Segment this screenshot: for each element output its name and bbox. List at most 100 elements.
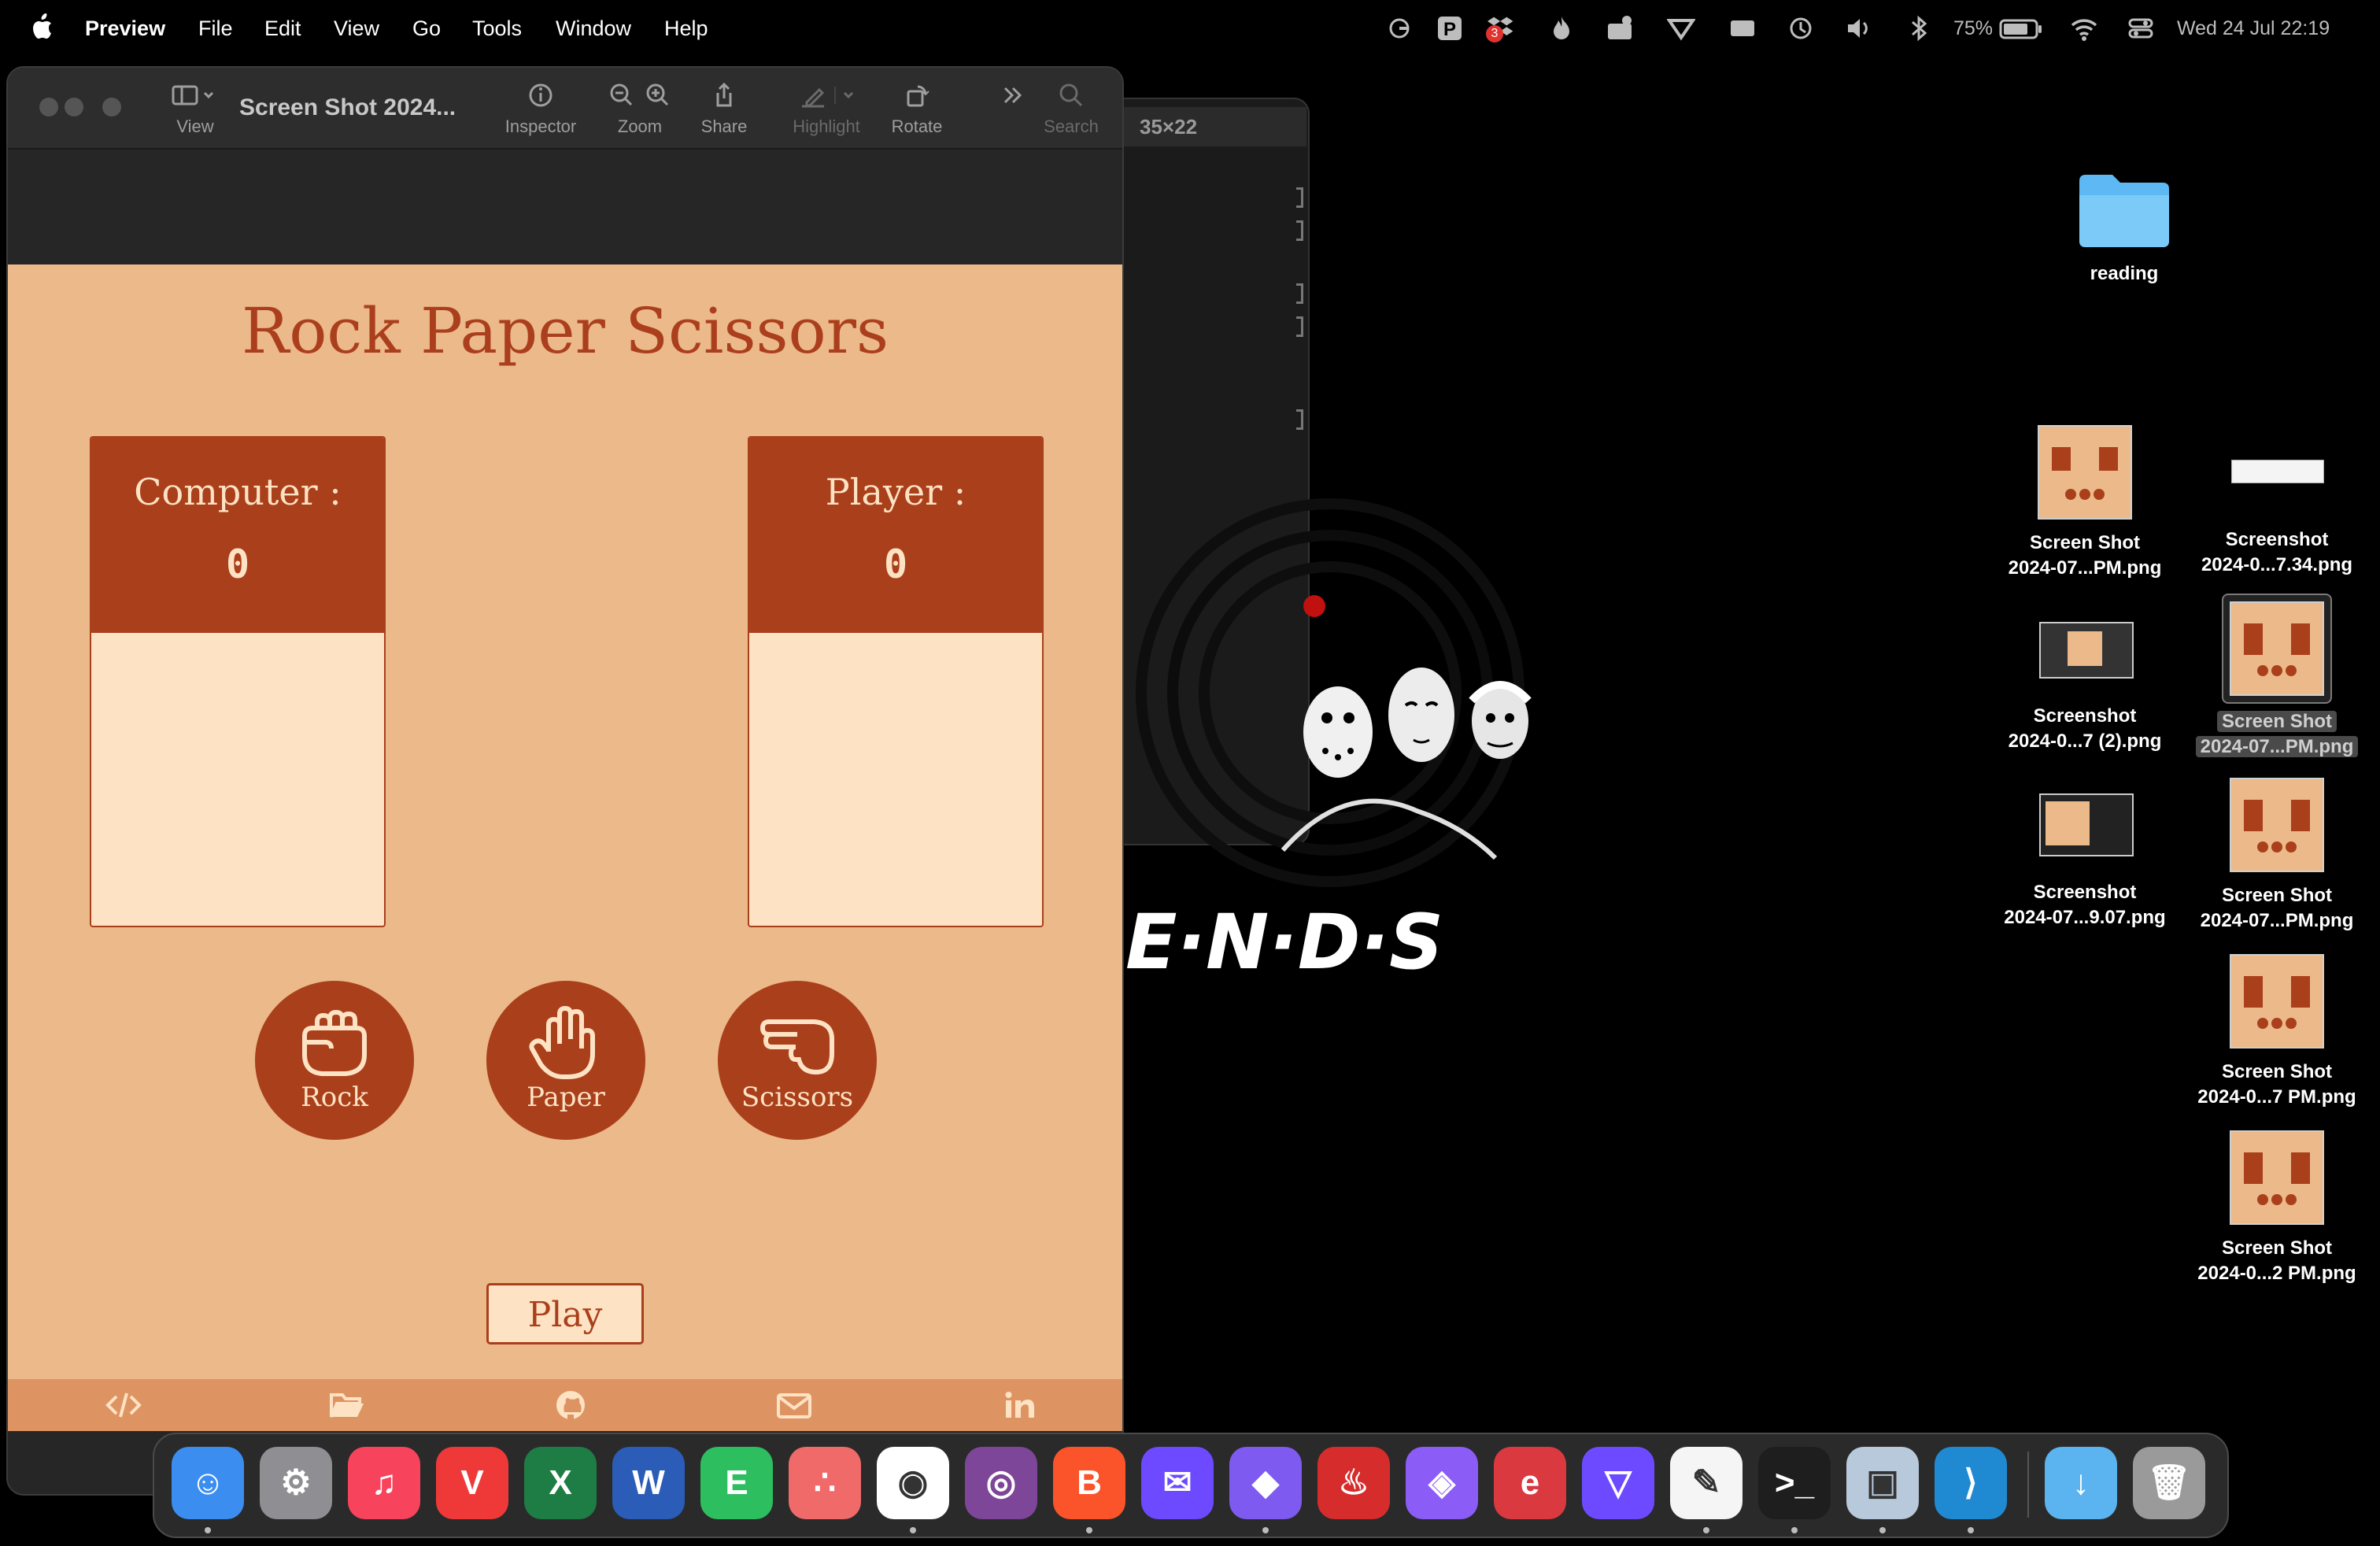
menu-help[interactable]: Help (664, 14, 708, 43)
paper-button[interactable]: Paper (486, 981, 645, 1140)
desktop-file[interactable]: Screenshot 2024-0...7.34.png (2179, 425, 2375, 578)
search-button[interactable]: Search (1036, 82, 1107, 137)
doll-face-icon (1469, 681, 1532, 759)
tor-icon[interactable]: ◎ (965, 1447, 1037, 1519)
battery-icon[interactable] (1999, 14, 2043, 43)
trash-icon[interactable]: 🗑 (2133, 1447, 2205, 1519)
zoom-controls[interactable]: Zoom (604, 82, 675, 137)
running-indicator (1879, 1527, 1886, 1533)
desktop-file[interactable]: Screenshot 2024-0...7 (2).png (1986, 601, 2183, 754)
page-footer (8, 1379, 1122, 1431)
settings-gear-icon[interactable]: ⚙ (260, 1447, 332, 1519)
dropbox-status-icon[interactable]: 3 (1486, 14, 1516, 43)
menu-app-name[interactable]: Preview (85, 14, 165, 43)
menu-go[interactable]: Go (412, 14, 441, 43)
desktop-file[interactable]: Screen Shot 2024-0...7 PM.png (2179, 954, 2375, 1110)
rotate-icon (904, 82, 930, 109)
control-center-icon[interactable] (2127, 14, 2155, 43)
scissors-button[interactable]: Scissors (718, 981, 877, 1140)
vpn-icon[interactable]: ▽ (1582, 1447, 1654, 1519)
document-title[interactable]: Screen Shot 2024... (239, 94, 456, 121)
computer-card-header: Computer : 0 (91, 438, 384, 633)
excel-icon-glyph: X (549, 1463, 572, 1502)
tray-status-icon[interactable] (1606, 14, 1634, 43)
terminal-title-bar[interactable]: 35×22 (1118, 107, 1306, 146)
vivaldi-icon[interactable]: V (436, 1447, 508, 1519)
inspector-button[interactable]: Inspector (497, 82, 584, 137)
desktop-folder-reading[interactable]: reading (2026, 168, 2223, 287)
minimize-window-button[interactable] (65, 98, 83, 117)
player-card: Player : 0 (748, 436, 1044, 927)
code-icon[interactable] (105, 1389, 142, 1422)
rock-button[interactable]: Rock (255, 981, 414, 1140)
file-name: Screenshot 2024-0...7 (2).png (2008, 705, 2162, 752)
preview-window[interactable]: View Screen Shot 2024... Inspector Zoom … (6, 66, 1124, 1496)
github-icon[interactable] (552, 1389, 589, 1422)
bluetooth-icon[interactable] (1905, 14, 1933, 43)
desktop-file[interactable]: Screen Shot 2024-07...PM.png (2179, 778, 2375, 934)
excel-icon[interactable]: X (524, 1447, 597, 1519)
menu-file[interactable]: File (198, 14, 233, 43)
apple-logo-icon[interactable] (30, 13, 54, 41)
highlight-pen-icon (791, 82, 862, 109)
chrome-icon[interactable]: ◉ (877, 1447, 949, 1519)
desktop-file[interactable]: Screen Shot 2024-0...2 PM.png (2179, 1130, 2375, 1286)
mail-icon[interactable] (776, 1389, 812, 1422)
file-name: Screen Shot 2024-07...PM.png (2179, 709, 2375, 760)
running-indicator (1968, 1527, 1974, 1533)
keyboard-status-icon[interactable] (1728, 14, 1757, 43)
more-tools-button[interactable] (996, 82, 1028, 109)
share-label: Share (700, 117, 748, 136)
textedit-icon[interactable]: ✎ (1670, 1447, 1743, 1519)
close-window-button[interactable] (39, 98, 58, 117)
settings-gear-icon-glyph: ⚙ (280, 1463, 312, 1502)
menu-view[interactable]: View (334, 14, 379, 43)
obsidian-icon-glyph: ◆ (1252, 1463, 1279, 1502)
parking-status-icon[interactable]: P (1436, 14, 1464, 43)
menu-tools[interactable]: Tools (472, 14, 522, 43)
evernote-icon[interactable]: E (700, 1447, 773, 1519)
desktop-file[interactable]: Screenshot 2024-07...9.07.png (1986, 778, 2183, 930)
linkedin-icon[interactable] (1001, 1389, 1037, 1422)
vscode-icon[interactable]: ⟩ (1935, 1447, 2007, 1519)
play-button[interactable]: Play (486, 1283, 644, 1344)
brave-icon[interactable]: B (1053, 1447, 1125, 1519)
menu-window[interactable]: Window (556, 14, 631, 43)
terminal-icon[interactable]: >_ (1758, 1447, 1831, 1519)
view-button[interactable]: View (162, 82, 228, 137)
grammarly-status-icon[interactable] (1385, 14, 1414, 43)
volume-icon[interactable] (1845, 14, 1873, 43)
preview-icon[interactable]: ▣ (1846, 1447, 1919, 1519)
downloads-folder-icon[interactable]: ↓ (2045, 1447, 2117, 1519)
view-label: View (176, 117, 214, 136)
expressvpn-icon[interactable]: e (1494, 1447, 1566, 1519)
desktop-file-selected[interactable]: Screen Shot 2024-07...PM.png (2179, 594, 2375, 760)
clock[interactable]: Wed 24 Jul 22:19 (2177, 16, 2330, 41)
share-button[interactable]: Share (693, 82, 756, 137)
flame-icon[interactable]: ♨ (1318, 1447, 1390, 1519)
asana-icon[interactable]: ∴ (789, 1447, 861, 1519)
terminal-icon-glyph: >_ (1774, 1463, 1815, 1502)
highlight-label: Highlight (793, 117, 860, 136)
page-title: Rock Paper Scissors (241, 294, 889, 368)
shortcuts-icon[interactable]: ◈ (1406, 1447, 1478, 1519)
vpn-status-icon[interactable] (1667, 14, 1695, 43)
rotate-button[interactable]: Rotate (881, 82, 952, 137)
folder-icon[interactable] (329, 1389, 365, 1422)
screenshot-thumbnail-icon (2230, 1130, 2324, 1225)
downloads-folder-icon-glyph: ↓ (2072, 1463, 2090, 1502)
word-icon[interactable]: W (612, 1447, 685, 1519)
music-icon[interactable]: ♫ (348, 1447, 420, 1519)
vpn-icon-glyph: ▽ (1605, 1463, 1632, 1502)
wifi-icon[interactable] (2070, 14, 2098, 43)
desktop-file[interactable]: Screen Shot 2024-07...PM.png (1986, 425, 2183, 581)
flame-status-icon[interactable] (1547, 14, 1576, 43)
highlight-button[interactable]: Highlight (779, 82, 874, 137)
sidebar-icon (172, 82, 219, 109)
finder-icon[interactable]: ☺ (172, 1447, 244, 1519)
menu-edit[interactable]: Edit (264, 14, 301, 43)
zoom-window-button[interactable] (102, 98, 121, 117)
mail-app-icon[interactable]: ✉ (1141, 1447, 1214, 1519)
obsidian-icon[interactable]: ◆ (1229, 1447, 1302, 1519)
time-machine-icon[interactable] (1787, 14, 1815, 43)
